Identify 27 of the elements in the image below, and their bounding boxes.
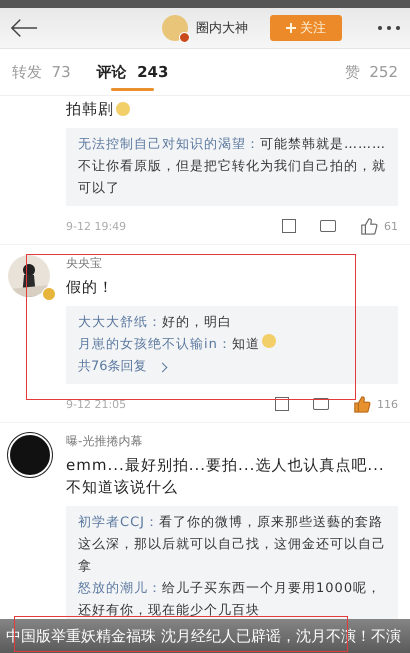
reply-text: 月崽的女孩绝不认输in：知道 (78, 337, 260, 352)
reply-text: 大大大舒纸：好的，明白 (78, 315, 232, 330)
thumbs-up-icon[interactable] (353, 395, 371, 413)
username[interactable]: 曝-光推捲内幕 (66, 433, 398, 450)
like-count: 61 (384, 220, 398, 232)
back-icon[interactable] (10, 18, 38, 38)
reply-text: 初学者CCJ：看了你的微博，原来那些送藝的套路这么深，那以后就可以自己找，这佣金还可以自己拿 (78, 515, 386, 574)
thumbs-up-icon[interactable] (360, 217, 378, 235)
timestamp: 9-12 19:49 (66, 220, 126, 232)
comment-text: emm...最好别拍...要拍...选人也认真点吧...不知道该说什么 (66, 455, 386, 498)
tab[interactable]: 赞 252 (344, 49, 398, 95)
more-replies-link[interactable]: 共76条回复 (78, 356, 147, 378)
reply-text: 怒放的潮儿：给儿子买东西一个月要用1000呢，还好有你，现在能少个几百块 (78, 581, 382, 618)
like-count: 116 (377, 398, 398, 410)
username[interactable]: 央央宝 (66, 255, 398, 272)
more-icon[interactable] (378, 26, 400, 30)
follow-button[interactable]: 关注 (270, 15, 342, 41)
comment-icon[interactable] (313, 398, 329, 410)
comment-text: 假的！ (66, 277, 114, 298)
comment-icon[interactable] (320, 220, 336, 232)
reply-text: 无法控制自己对知识的渴望：可能禁韩就是………不让你看原版，但是把它转化为我们自己拍的，就可以了 (78, 137, 386, 196)
avatar-icon[interactable] (8, 433, 52, 477)
tab[interactable]: 评论 243 (96, 49, 168, 95)
timestamp: 9-12 21:05 (66, 398, 126, 410)
tab[interactable]: 转发 73 (12, 49, 71, 95)
comment-text: 拍韩剧 (66, 99, 114, 120)
account-name[interactable]: 圈内大神 (196, 19, 248, 37)
